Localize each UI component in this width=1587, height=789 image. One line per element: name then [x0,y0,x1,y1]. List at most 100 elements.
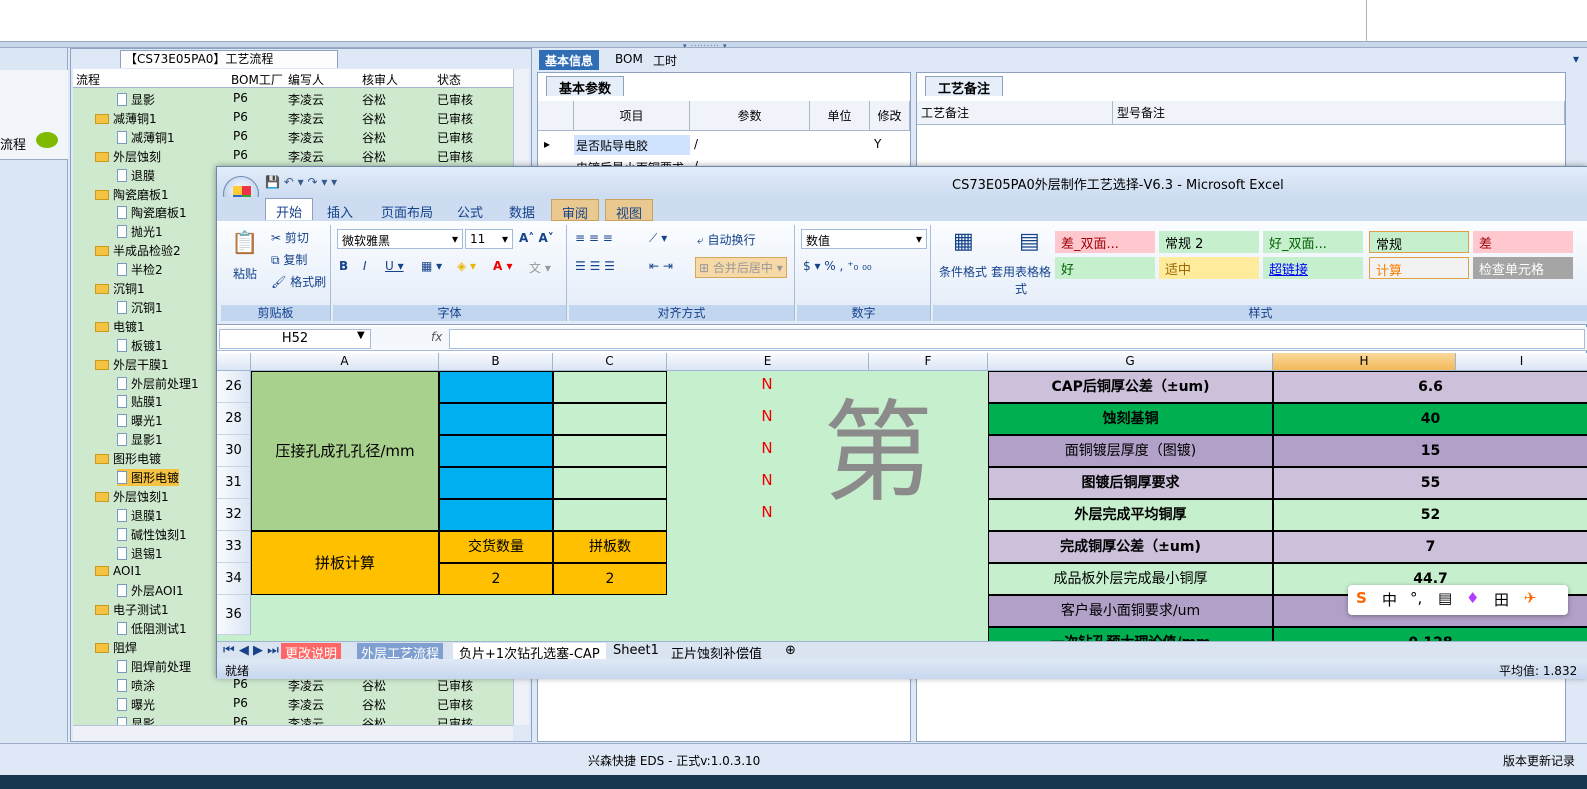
tab-process-remarks[interactable]: 工艺备注 [925,76,1004,97]
param-cell[interactable]: / [694,137,698,151]
panels-value-cell[interactable]: 2 [553,563,667,595]
column-header[interactable]: B [439,353,553,371]
cell-style-option[interactable]: 计算 [1369,257,1469,279]
panels-header-cell[interactable]: 拼板数 [553,531,667,563]
cell-style-option[interactable]: 好_双面... [1263,231,1363,253]
param-value-cell[interactable]: 52 [1273,499,1587,531]
fill-color-icon[interactable]: ◈ ▾ [457,259,476,273]
fx-icon[interactable]: fx [431,330,442,344]
cut-button[interactable]: ✂ 剪切 [271,229,309,246]
column-header[interactable]: A [251,353,439,371]
col-unit[interactable]: 单位 [810,101,870,131]
tab-view[interactable]: 视图 [605,199,654,222]
tree-row[interactable]: 显影 P6 李凌云 谷松 已审核 [73,713,513,725]
row-header[interactable]: 36 [217,595,251,635]
col-writer[interactable]: 编写人 [288,71,324,88]
col-modify[interactable]: 修改 [870,101,910,131]
font-size-select[interactable]: 11 ▾ [465,229,513,249]
format-painter-button[interactable]: 🖌 格式刷 [271,273,326,290]
ime-punct-icon[interactable]: °, [1410,589,1422,607]
italic-button[interactable]: I [363,259,367,273]
cell-style-option[interactable]: 适中 [1159,257,1259,279]
underline-button[interactable]: U ▾ [385,259,404,273]
column-header[interactable]: C [553,353,667,371]
qty-header-cell[interactable]: 交货数量 [439,531,553,563]
param-label-cell[interactable]: 蚀刻基铜 [988,403,1273,435]
bold-button[interactable]: B [339,259,348,273]
input-cell[interactable] [439,371,553,403]
table-format-button[interactable]: 套用表格格式 [991,263,1051,297]
border-button[interactable]: ▦ ▾ [421,259,442,273]
qty-value-cell[interactable]: 2 [439,563,553,595]
tab-insert[interactable]: 插入 [317,199,363,221]
align-top-icon[interactable]: ≡ ≡ ≡ [575,231,613,245]
param-label-cell[interactable]: 图镀后铜厚要求 [988,467,1273,499]
wrap-text-button[interactable]: ⤶ 自动换行 [697,231,756,248]
conditional-format-icon[interactable]: ▦ [953,229,974,254]
orientation-icon[interactable]: ⟋ ▾ [649,231,667,246]
sogou-icon[interactable]: S [1356,589,1367,607]
merge-center-button[interactable]: ⊞ 合并后居中 ▾ [695,257,787,278]
copy-button[interactable]: ⧉ 复制 [271,251,307,268]
ime-chinese-mode[interactable]: 中 [1382,589,1397,610]
tab-data[interactable]: 数据 [499,199,545,221]
tree-row[interactable]: 显影 P6 李凌云 谷松 已审核 [73,89,513,108]
table-format-icon[interactable]: ▤ [1019,229,1040,254]
col-status[interactable]: 状态 [437,71,461,88]
col-reviewer[interactable]: 核审人 [362,71,398,88]
column-header[interactable]: I [1456,353,1587,371]
tab-basic-info[interactable]: 基本信息 [539,50,600,70]
grow-font-button[interactable]: A˄ A˅ [519,231,554,245]
tree-row[interactable]: 减薄铜1 P6 李凌云 谷松 已审核 [73,127,513,146]
input-cell[interactable] [439,435,553,467]
param-value-cell[interactable]: 0.128 [1273,627,1587,641]
tab-basic-params[interactable]: 基本参数 [546,76,625,97]
row-header[interactable]: 33 [217,531,251,563]
input-cell[interactable] [553,403,667,435]
input-cell[interactable] [553,499,667,531]
basic-row[interactable]: ▸ 是否贴导电胶 / Y [538,135,910,155]
param-value-cell[interactable]: 7 [1273,531,1587,563]
param-label-cell[interactable]: 成品板外层完成最小铜厚 [988,563,1273,595]
tree-horizontal-scrollbar[interactable] [73,725,513,741]
ime-skin-icon[interactable]: ♦ [1466,589,1479,607]
cell-style-option[interactable]: 差 [1473,231,1573,253]
col-item[interactable]: 项目 [574,101,690,131]
param-label-cell[interactable]: 客户最小面铜要求/um [988,595,1273,627]
param-label-cell[interactable]: 面铜镀层厚度（图镀) [988,435,1273,467]
input-cell[interactable] [553,371,667,403]
param-value-cell[interactable]: 6.6 [1273,371,1587,403]
tab-formulas[interactable]: 公式 [447,199,493,221]
dropdown-arrow-icon[interactable]: ▾ [1567,50,1585,70]
font-name-select[interactable]: 微软雅黑 ▾ [337,229,463,249]
panel-calc-cell[interactable]: 拼板计算 [251,531,439,595]
tree-row[interactable]: 减薄铜1 P6 李凌云 谷松 已审核 [73,108,513,127]
input-cell[interactable] [439,467,553,499]
param-label-cell[interactable]: 外层完成平均铜厚 [988,499,1273,531]
row-header[interactable]: 26 [217,371,251,403]
tab-home[interactable]: 开始 [265,198,314,221]
column-header[interactable]: H [1273,353,1456,371]
chat-bubble-icon[interactable] [36,132,58,148]
sheet-nav-icon[interactable]: ⏮ ◀ ▶ ⏭ [223,643,279,658]
param-value-cell[interactable]: 40 [1273,403,1587,435]
tab-bom[interactable]: BOM [609,50,649,70]
changelog-link[interactable]: 版本更新记录 [1503,752,1575,769]
select-all[interactable] [217,353,251,371]
number-buttons[interactable]: $ ▾ % , ⁺₀ ₀₀ [803,259,872,273]
col-model-remark[interactable]: 型号备注 [1113,101,1565,125]
col-param[interactable]: 参数 [690,101,810,131]
cell-style-option[interactable]: 常规 [1369,231,1469,253]
row-header[interactable]: 34 [217,563,251,595]
cell-style-option[interactable]: 差_双面... [1055,231,1155,253]
font-color-icon[interactable]: A ▾ [493,259,513,273]
name-box-dropdown-icon[interactable]: ▼ [357,330,365,341]
row-header[interactable]: 28 [217,403,251,435]
param-value-cell[interactable]: 55 [1273,467,1587,499]
input-cell[interactable] [553,467,667,499]
conditional-format-button[interactable]: 条件格式 [939,263,987,280]
param-label-cell[interactable]: CAP后铜厚公差（±um) [988,371,1273,403]
cell-style-option[interactable]: 检查单元格 [1473,257,1573,279]
ime-toolbox-icon[interactable]: 田 [1494,589,1509,610]
row-header[interactable]: 32 [217,499,251,531]
